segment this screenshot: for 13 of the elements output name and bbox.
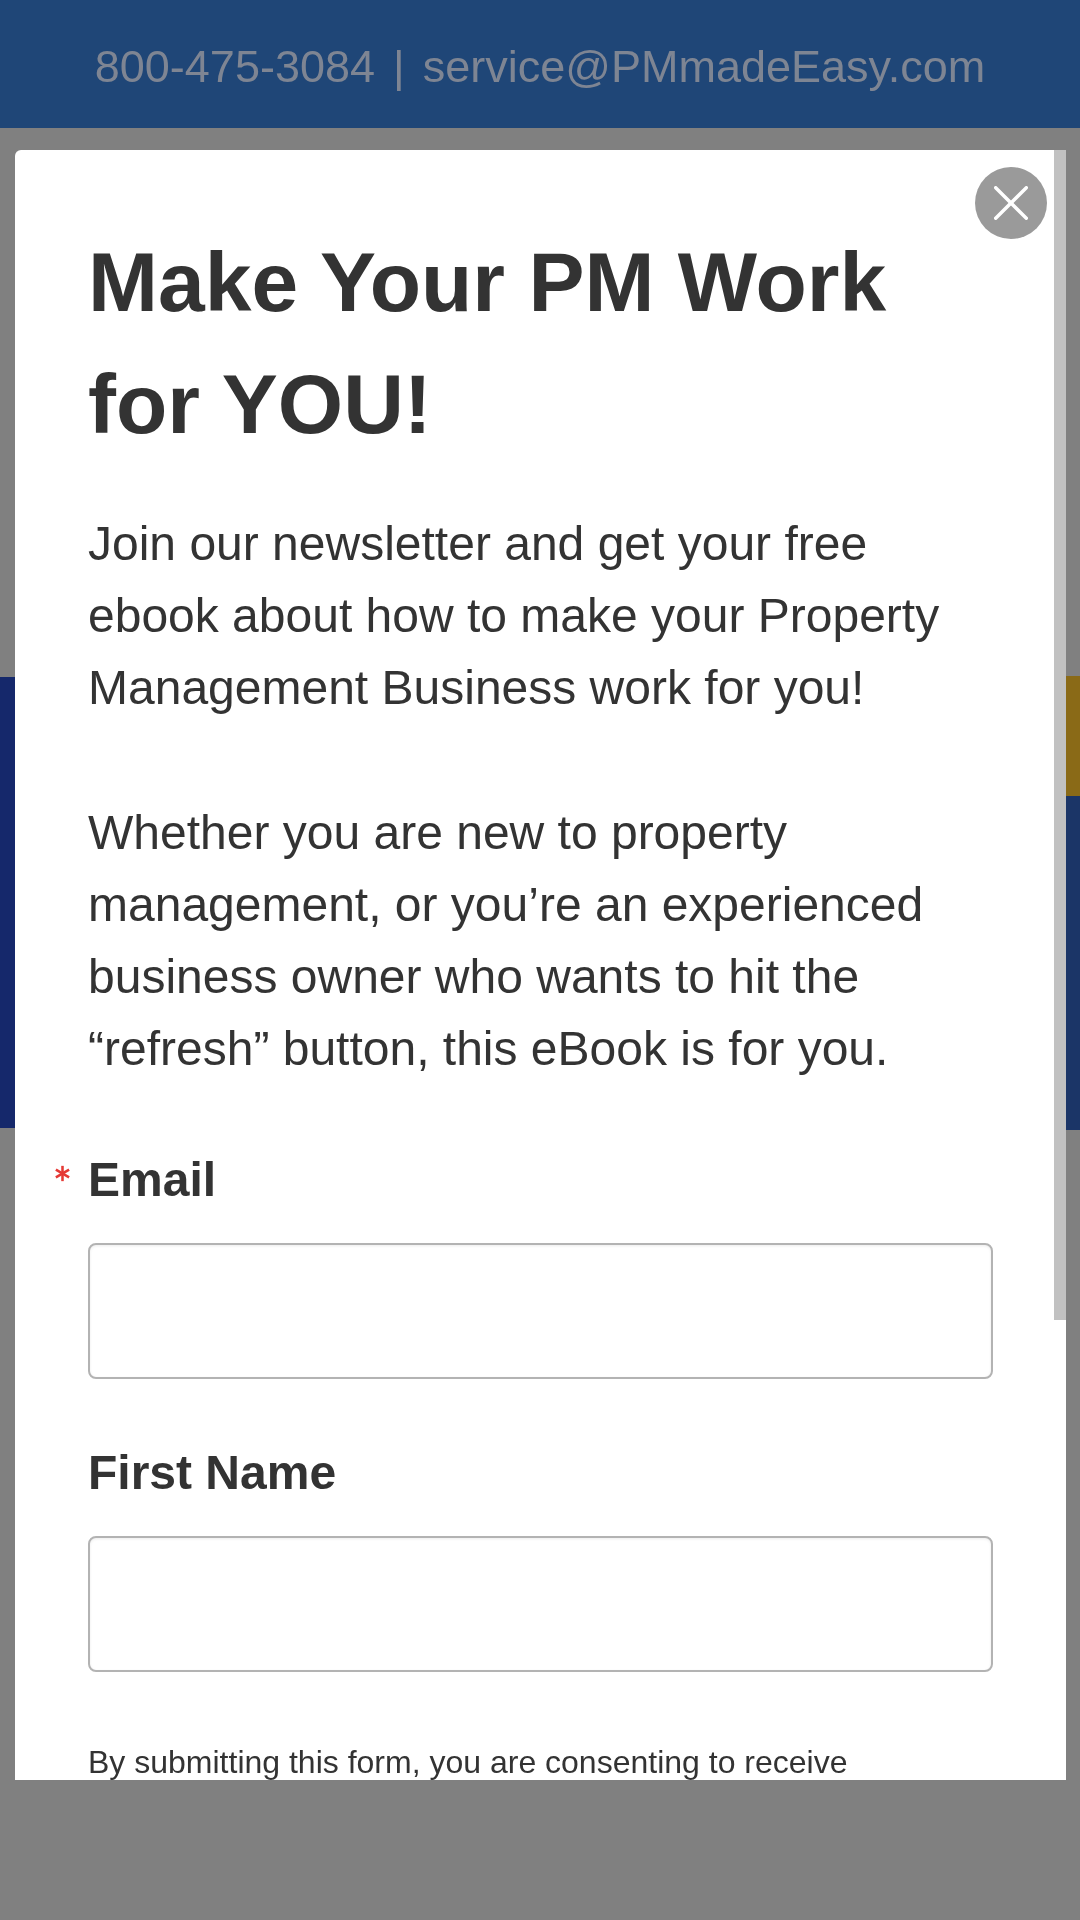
field-label: Email	[88, 1152, 217, 1208]
text-input-field[interactable]	[88, 1243, 993, 1379]
modal-title: Make Your PM Work for YOU!	[88, 234, 888, 453]
field-label: First Name	[88, 1445, 337, 1501]
scrollbar-thumb[interactable]	[1054, 150, 1066, 1320]
separator: |	[393, 40, 405, 95]
intro-paragraph: Whether you are new to property management, or you’re an experienced business owner who wants to hit the “refresh” button, this eBook is for you.	[88, 805, 925, 1077]
phone-link[interactable]: 800-475-3084	[94, 33, 375, 101]
text-input-field[interactable]	[88, 1536, 993, 1672]
close-icon	[994, 186, 1028, 220]
intro-paragraph: Join our newsletter and get your free ebook about how to make your Property Management Business work for you!	[88, 516, 941, 716]
email-link[interactable]: service@PMmadeEasy.com	[422, 33, 986, 101]
consent-text: By submitting this form, you are consenting to receive	[88, 1744, 849, 1780]
